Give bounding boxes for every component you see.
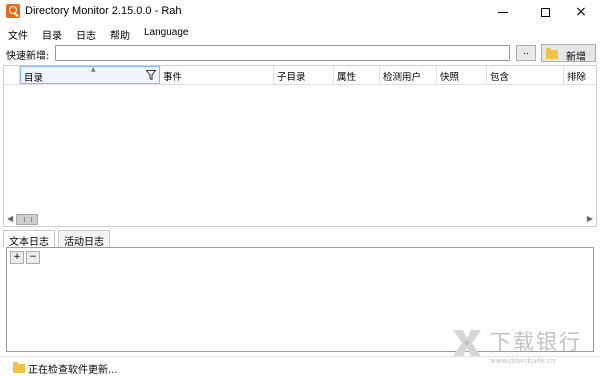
folder-icon [13, 362, 25, 373]
menu-bar: 文件 目录 日志 帮助 Language [0, 24, 600, 42]
column-directory-label: 目录 [24, 73, 44, 84]
directory-grid[interactable]: 目录 ▲ 事件 子目录 属性 检测用户 快照 包含 排除 ◀ ▶ [3, 65, 597, 227]
column-detect-user[interactable]: 检测用户 [380, 66, 437, 84]
watermark: 下载银行 www.downbank.cn [450, 322, 590, 372]
add-button[interactable]: 新增 [541, 44, 596, 63]
row-indicator-column [4, 66, 20, 84]
menu-file[interactable]: 文件 [8, 27, 28, 42]
watermark-url: www.downbank.cn [490, 357, 556, 365]
sort-ascending-icon: ▲ [91, 66, 96, 73]
add-button-label: 新增 [566, 52, 586, 63]
tab-text-log[interactable]: 文本日志 [3, 230, 55, 248]
folder-add-icon [546, 48, 558, 59]
watermark-logo-icon [453, 330, 481, 356]
scrollbar-thumb[interactable] [16, 214, 38, 225]
column-include[interactable]: 包含 [487, 66, 564, 84]
collapse-button[interactable]: − [26, 251, 40, 264]
quick-add-input[interactable] [55, 45, 510, 61]
grid-header: 目录 ▲ 事件 子目录 属性 检测用户 快照 包含 排除 [4, 66, 596, 85]
browse-button[interactable]: .. [516, 45, 536, 61]
column-attributes[interactable]: 属性 [334, 66, 380, 84]
minimize-icon [498, 11, 508, 13]
title-bar: Directory Monitor 2.15.0.0 - Rah × [0, 0, 600, 24]
close-button[interactable]: × [562, 0, 600, 24]
close-icon: × [575, 4, 587, 20]
expand-button[interactable]: + [10, 251, 24, 264]
watermark-text: 下载银行 [490, 330, 582, 354]
scroll-right-icon[interactable]: ▶ [587, 214, 593, 223]
column-subdirectory[interactable]: 子目录 [274, 66, 334, 84]
menu-log[interactable]: 日志 [76, 27, 96, 42]
maximize-button[interactable] [526, 0, 564, 24]
maximize-icon [540, 7, 550, 17]
column-exclude[interactable]: 排除 [564, 66, 596, 84]
tab-activity-log[interactable]: 活动日志 [58, 230, 110, 248]
column-directory[interactable]: 目录 ▲ [20, 66, 160, 84]
filter-icon[interactable] [146, 70, 156, 80]
minimize-button[interactable] [484, 0, 522, 24]
horizontal-scrollbar[interactable]: ◀ ▶ [4, 213, 596, 226]
menu-language[interactable]: Language [144, 27, 189, 38]
scroll-left-icon[interactable]: ◀ [7, 214, 13, 223]
window-title: Directory Monitor 2.15.0.0 - Rah [25, 5, 182, 17]
app-logo-icon [6, 4, 20, 18]
quick-add-label: 快速新增: [6, 51, 50, 62]
menu-directory[interactable]: 目录 [42, 27, 62, 42]
column-event[interactable]: 事件 [160, 66, 274, 84]
column-snapshot[interactable]: 快照 [437, 66, 487, 84]
menu-help[interactable]: 帮助 [110, 27, 130, 42]
status-text: 正在检查软件更新... [28, 365, 118, 376]
